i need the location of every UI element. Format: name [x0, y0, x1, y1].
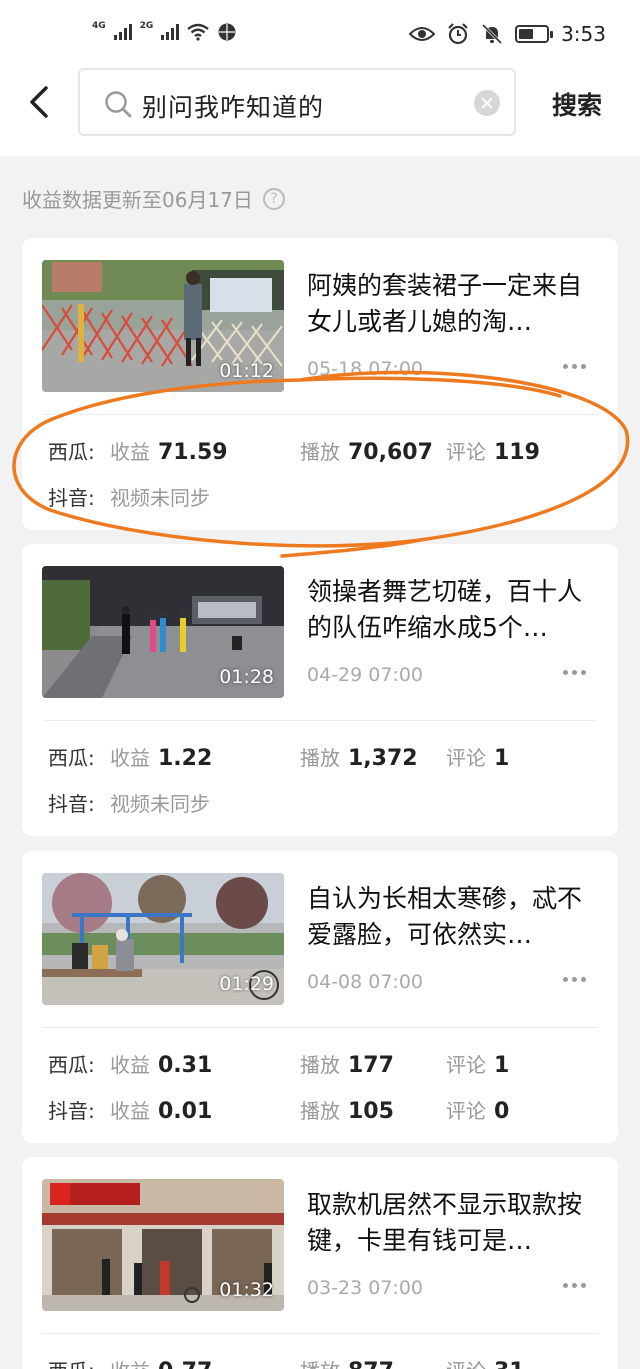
video-title[interactable]: 取款机居然不显示取款按键，卡里有钱可是…: [307, 1187, 597, 1259]
divider: [42, 414, 598, 415]
comments-value: 1: [494, 1053, 510, 1078]
plays-value: 177: [348, 1053, 394, 1078]
video-title[interactable]: 领操者舞艺切磋，百十人的队伍咋缩水成5个…: [307, 574, 597, 646]
video-card[interactable]: 01:29 自认为长相太寒碜，忒不爱露脸，可依然实… 04-08 07:00 西…: [22, 851, 618, 1143]
plays-value: 877: [348, 1359, 394, 1369]
eye-icon: [409, 27, 436, 41]
publish-date: 03-23 07:00: [307, 1277, 424, 1299]
publish-date: 05-18 07:00: [307, 358, 424, 380]
revenue-label: 收益: [110, 1359, 150, 1369]
comments-value: 31: [494, 1359, 525, 1369]
back-arrow-icon[interactable]: [22, 82, 58, 122]
clock: 3:53: [561, 22, 606, 46]
video-duration: 01:32: [219, 1279, 274, 1301]
revenue-value: 0.77: [158, 1359, 212, 1369]
plays-label: 播放: [300, 1099, 340, 1123]
signal-icon-2: [161, 24, 180, 40]
platform-label: 抖音:: [48, 792, 95, 816]
wifi-icon: [187, 23, 210, 41]
video-duration: 01:12: [219, 360, 274, 382]
video-duration: 01:28: [219, 666, 274, 688]
update-note-text: 收益数据更新至06月17日: [22, 188, 253, 212]
search-input[interactable]: 别问我咋知道的: [78, 68, 516, 136]
comments-label: 评论: [446, 1359, 486, 1369]
comments-value: 0: [494, 1099, 510, 1124]
revenue-value: 71.59: [158, 440, 228, 465]
plays-value: 105: [348, 1099, 394, 1124]
platform-label: 西瓜:: [48, 440, 95, 464]
help-icon[interactable]: ?: [262, 187, 285, 210]
video-card[interactable]: 01:12 阿姨的套装裙子一定来自女儿或者儿媳的淘… 05-18 07:00 西…: [22, 238, 618, 530]
alarm-icon: [448, 23, 468, 45]
plays-value: 70,607: [348, 440, 433, 465]
revenue-value: 0.31: [158, 1053, 213, 1078]
revenue-value: 1.22: [158, 746, 213, 771]
publish-date: 04-29 07:00: [307, 664, 424, 686]
more-options-icon[interactable]: [563, 364, 586, 369]
video-thumbnail[interactable]: 01:28: [42, 566, 284, 698]
xigua-stats-row: 西瓜: 收益 71.59 播放 70,607 评论 119: [48, 436, 608, 466]
platform-label: 西瓜:: [48, 1053, 95, 1077]
basketball-app-icon: [218, 23, 236, 41]
video-thumbnail[interactable]: 01:12: [42, 260, 284, 392]
comments-label: 评论: [446, 440, 486, 464]
more-options-icon[interactable]: [563, 670, 586, 675]
plays-label: 播放: [300, 1359, 340, 1369]
search-icon: [105, 91, 132, 118]
revenue-label: 收益: [110, 1053, 150, 1077]
publish-date: 04-08 07:00: [307, 971, 424, 993]
video-card[interactable]: 01:28 领操者舞艺切磋，百十人的队伍咋缩水成5个… 04-29 07:00 …: [22, 544, 618, 836]
video-thumbnail[interactable]: 01:32: [42, 1179, 284, 1311]
network-type-1: 4G: [92, 21, 106, 31]
plays-label: 播放: [300, 440, 340, 464]
video-card[interactable]: 01:32 取款机居然不显示取款按键，卡里有钱可是… 03-23 07:00 西…: [22, 1157, 618, 1369]
platform-label: 西瓜:: [48, 746, 95, 770]
douyin-stats-row: 抖音: 视频未同步: [48, 788, 608, 818]
comments-value: 119: [494, 440, 540, 465]
plays-label: 播放: [300, 1053, 340, 1077]
divider: [42, 720, 598, 721]
plays-label: 播放: [300, 746, 340, 770]
video-title[interactable]: 自认为长相太寒碜，忒不爱露脸，可依然实…: [307, 881, 597, 953]
comments-value: 1: [494, 746, 510, 771]
clear-icon[interactable]: [474, 90, 500, 116]
more-options-icon[interactable]: [563, 1283, 586, 1288]
xigua-stats-row: 西瓜: 收益 1.22 播放 1,372 评论 1: [48, 742, 608, 772]
update-note: 收益数据更新至06月17日 ?: [22, 184, 285, 213]
signal-icon: [113, 24, 132, 40]
revenue-label: 收益: [110, 746, 150, 770]
plays-value: 1,372: [348, 746, 418, 771]
divider: [42, 1027, 598, 1028]
network-type-2: 2G: [139, 21, 154, 31]
mute-bell-icon: [482, 23, 503, 45]
battery-icon: [515, 25, 554, 43]
revenue-label: 收益: [110, 1099, 150, 1123]
unsynced-text: 视频未同步: [110, 486, 210, 510]
platform-label: 抖音:: [48, 1099, 95, 1123]
platform-label: 西瓜:: [48, 1355, 95, 1369]
video-duration: 01:29: [219, 973, 274, 995]
search-query-text: 别问我咋知道的: [142, 93, 325, 122]
comments-label: 评论: [446, 1053, 486, 1077]
xigua-stats-row: 西瓜: 收益 0.77 播放 877 评论 31: [48, 1355, 608, 1369]
unsynced-text: 视频未同步: [110, 792, 210, 816]
video-title[interactable]: 阿姨的套装裙子一定来自女儿或者儿媳的淘…: [307, 268, 597, 340]
xigua-stats-row: 西瓜: 收益 0.31 播放 177 评论 1: [48, 1049, 608, 1079]
revenue-value: 0.01: [158, 1099, 213, 1124]
video-thumbnail[interactable]: 01:29: [42, 873, 284, 1005]
comments-label: 评论: [446, 746, 486, 770]
platform-label: 抖音:: [48, 486, 95, 510]
divider: [42, 1333, 598, 1334]
douyin-stats-row: 抖音: 收益 0.01 播放 105 评论 0: [48, 1095, 608, 1125]
search-header: 别问我咋知道的 搜索: [0, 62, 640, 156]
douyin-stats-row: 抖音: 视频未同步: [48, 482, 608, 512]
search-button[interactable]: 搜索: [552, 86, 602, 122]
more-options-icon[interactable]: [563, 977, 586, 982]
revenue-label: 收益: [110, 440, 150, 464]
comments-label: 评论: [446, 1099, 486, 1123]
